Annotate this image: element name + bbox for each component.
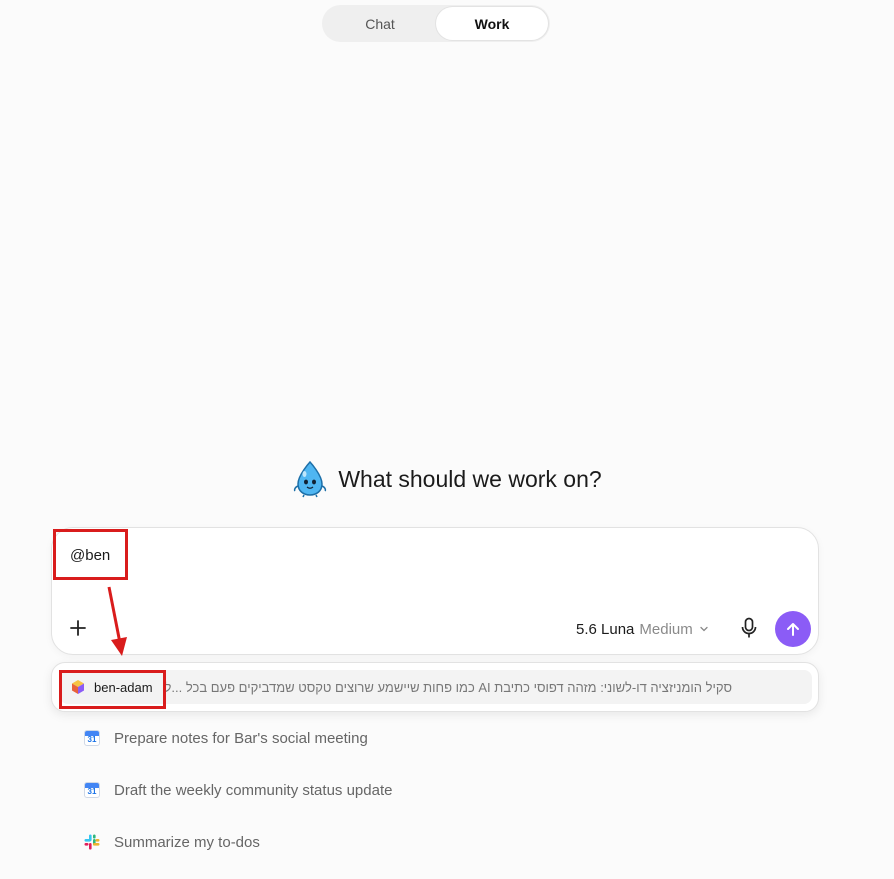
tab-chat[interactable]: Chat xyxy=(324,7,436,40)
annotation-box-input xyxy=(53,529,128,580)
suggestion-item[interactable]: 31 Draft the weekly community status upd… xyxy=(84,778,392,802)
voice-input-button[interactable] xyxy=(738,616,760,640)
send-button[interactable] xyxy=(775,611,811,647)
suggestion-label: Prepare notes for Bar's social meeting xyxy=(114,729,368,747)
suggestion-item[interactable]: 31 Prepare notes for Bar's social meetin… xyxy=(84,726,368,750)
slack-icon xyxy=(84,834,100,850)
suggestion-label: Draft the weekly community status update xyxy=(114,781,393,799)
mention-option-ben-adam[interactable]: ben-adam סקיל הומניזציה דו-לשוני: מזהה ד… xyxy=(60,670,812,704)
mention-option-description: סקיל הומניזציה דו-לשוני: מזהה דפוסי כתיב… xyxy=(164,679,733,695)
mention-dropdown: ben-adam סקיל הומניזציה דו-לשוני: מזהה ד… xyxy=(51,662,819,712)
prompt-composer[interactable]: @ben 5.6 Luna Medium xyxy=(51,527,819,655)
tab-work[interactable]: Work xyxy=(436,7,548,40)
hero: What should we work on? xyxy=(0,456,894,502)
model-name: 5.6 Luna xyxy=(576,620,635,638)
suggestion-item[interactable]: Summarize my to-dos xyxy=(84,830,260,854)
model-selector[interactable]: 5.6 Luna Medium xyxy=(576,618,710,640)
calendar-icon: 31 xyxy=(84,782,100,798)
calendar-icon: 31 xyxy=(84,730,100,746)
arrow-up-icon xyxy=(787,623,799,636)
microphone-icon xyxy=(741,617,757,638)
chevron-down-icon xyxy=(700,626,708,632)
add-attachment-button[interactable] xyxy=(66,616,90,640)
suggestion-label: Summarize my to-dos xyxy=(114,833,260,851)
mode-toggle: Chat Work xyxy=(322,5,550,42)
annotation-arrow xyxy=(107,586,127,656)
plus-icon xyxy=(70,620,86,636)
model-effort: Medium xyxy=(639,620,693,638)
page-title: What should we work on? xyxy=(338,465,602,492)
water-drop-mascot-icon xyxy=(294,460,327,498)
annotation-box-mention xyxy=(59,670,166,709)
